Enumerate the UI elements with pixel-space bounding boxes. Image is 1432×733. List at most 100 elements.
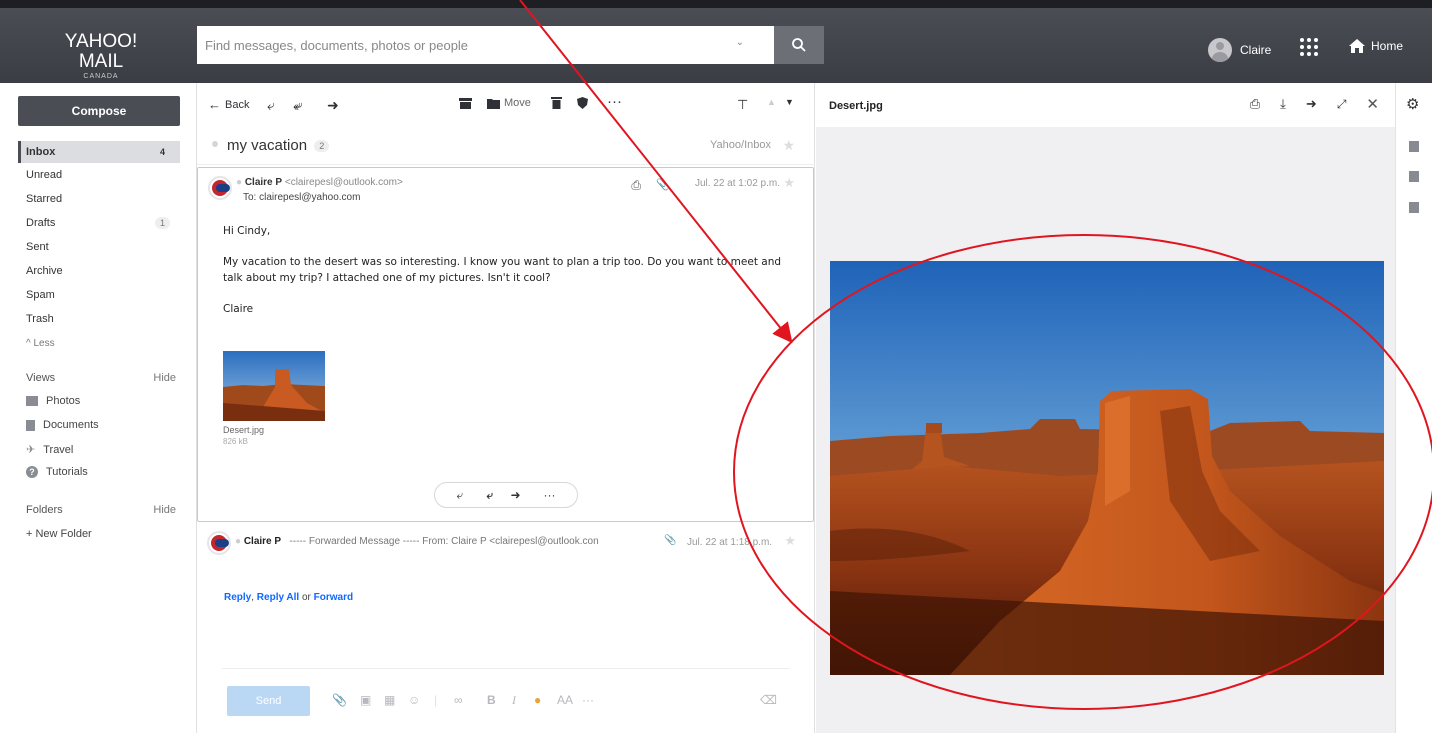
folders-hide-link[interactable]: Hide bbox=[153, 504, 176, 516]
spam-shield-icon[interactable] bbox=[577, 97, 588, 109]
attach-icon[interactable]: 📎 bbox=[332, 693, 347, 707]
sidebar-item-archive[interactable]: Archive bbox=[18, 260, 180, 282]
star-icon[interactable]: ★ bbox=[784, 533, 796, 549]
view-label: Travel bbox=[43, 443, 74, 456]
folder-label: Yahoo/Inbox bbox=[710, 139, 771, 151]
view-item-travel[interactable]: ✈ Travel bbox=[26, 443, 74, 457]
message-count-badge: 2 bbox=[314, 140, 330, 153]
print-icon[interactable]: ⎙ bbox=[1250, 96, 1260, 112]
forward-icon[interactable]: ➜ bbox=[1306, 96, 1317, 112]
archive-icon[interactable] bbox=[459, 98, 472, 109]
apps-grid-icon[interactable] bbox=[1300, 38, 1318, 56]
print-icon[interactable]: ⎙ bbox=[631, 178, 641, 193]
unread-dot bbox=[212, 141, 218, 147]
reply-link[interactable]: Reply bbox=[224, 592, 251, 603]
calendar-icon[interactable] bbox=[1409, 171, 1419, 182]
contacts-icon[interactable] bbox=[1409, 141, 1419, 152]
sidebar-item-trash[interactable]: Trash bbox=[18, 308, 180, 330]
reply-icon[interactable]: ⤶ bbox=[267, 97, 275, 114]
more-actions-button[interactable]: ··· bbox=[607, 93, 622, 110]
sidebar-item-label: Unread bbox=[26, 169, 63, 181]
settings-gear-icon[interactable]: ⚙ bbox=[1406, 95, 1419, 113]
view-item-photos[interactable]: Photos bbox=[26, 395, 80, 407]
reply-all-icon[interactable]: ⤶⤶ bbox=[486, 488, 496, 503]
delete-icon[interactable] bbox=[551, 97, 562, 109]
folders-section-header: Folders Hide bbox=[26, 504, 176, 516]
reply-all-icon[interactable]: ⤶⤶ bbox=[293, 97, 302, 114]
compose-button[interactable]: Compose bbox=[18, 96, 180, 126]
home-button[interactable]: Home bbox=[1348, 38, 1403, 54]
next-message-icon[interactable]: ▼ bbox=[785, 97, 794, 107]
move-button[interactable]: Move bbox=[487, 97, 531, 109]
viewer-actions: ⎙ ⤓ ➜ ⤢ ✕ bbox=[1250, 95, 1379, 113]
conversation-subject: my vacation 2 bbox=[227, 137, 330, 154]
less-toggle[interactable]: ^ Less bbox=[18, 332, 180, 354]
expand-collapse-icon[interactable]: ⊤ bbox=[737, 97, 748, 113]
italic-icon[interactable]: I bbox=[512, 693, 516, 708]
emoji-icon[interactable]: ☺ bbox=[408, 693, 420, 707]
close-icon[interactable]: ✕ bbox=[1366, 95, 1379, 113]
paperclip-icon: 📎 bbox=[664, 535, 677, 546]
attachment-viewer: Desert.jpg ⎙ ⤓ ➜ ⤢ ✕ bbox=[816, 83, 1395, 733]
desert-photo bbox=[830, 261, 1384, 675]
forward-icon[interactable]: ➜ bbox=[511, 488, 521, 502]
viewer-title: Desert.jpg bbox=[829, 100, 883, 112]
sidebar-item-sent[interactable]: Sent bbox=[18, 236, 180, 258]
search-input[interactable] bbox=[197, 26, 717, 64]
color-palette-icon[interactable]: ● bbox=[534, 693, 541, 707]
home-label: Home bbox=[1371, 39, 1404, 53]
user-menu[interactable]: Claire bbox=[1208, 38, 1271, 62]
reply-icon[interactable]: ⤶ bbox=[456, 488, 463, 503]
star-icon[interactable]: ★ bbox=[782, 137, 795, 154]
yahoo-mail-logo[interactable]: YAHOO! MAIL CANADA bbox=[42, 32, 160, 81]
sidebar-item-starred[interactable]: Starred bbox=[18, 188, 180, 210]
link-icon[interactable]: ∞ bbox=[454, 693, 463, 707]
fullscreen-icon[interactable]: ⤢ bbox=[1337, 97, 1347, 112]
chevron-down-icon[interactable]: ⌄ bbox=[736, 37, 744, 48]
forward-icon[interactable]: ➜ bbox=[327, 97, 339, 114]
message-body: Hi Cindy, My vacation to the desert was … bbox=[223, 223, 783, 332]
unread-count-badge: 4 bbox=[159, 147, 165, 157]
font-size-icon[interactable]: AA bbox=[557, 693, 573, 707]
views-hide-link[interactable]: Hide bbox=[153, 372, 176, 384]
documents-icon bbox=[26, 419, 35, 431]
sidebar-item-spam[interactable]: Spam bbox=[18, 284, 180, 306]
message-from[interactable]: ● Claire P <clairepesl@outlook.com> bbox=[236, 177, 403, 188]
more-icon[interactable]: ··· bbox=[544, 488, 556, 502]
search-button[interactable] bbox=[774, 26, 824, 64]
view-item-documents[interactable]: Documents bbox=[26, 419, 99, 431]
view-item-tutorials[interactable]: ? Tutorials bbox=[26, 466, 88, 478]
right-rail: ⚙ bbox=[1395, 83, 1432, 733]
bold-icon[interactable]: B bbox=[487, 693, 496, 707]
message-toolbar: ← Back ⤶ ⤶⤶ ➜ Move ··· ⊤ ▲ ▼ bbox=[197, 83, 815, 125]
previous-message-icon[interactable]: ▲ bbox=[767, 97, 776, 107]
sidebar-item-drafts[interactable]: Drafts 1 bbox=[18, 212, 180, 234]
notepad-icon[interactable] bbox=[1409, 202, 1419, 213]
view-label: Photos bbox=[46, 395, 81, 407]
back-button[interactable]: ← Back bbox=[208, 97, 249, 112]
folder-move-icon bbox=[487, 98, 500, 109]
sidebar-item-label: Drafts bbox=[26, 217, 56, 229]
attachment-thumbnail[interactable] bbox=[223, 351, 325, 421]
discard-draft-icon[interactable]: ⌫ bbox=[760, 693, 777, 707]
send-button[interactable]: Send bbox=[227, 686, 310, 716]
views-label: Views bbox=[26, 372, 56, 384]
reply-all-link[interactable]: Reply All bbox=[257, 592, 299, 603]
gif-icon[interactable]: ▣ bbox=[360, 693, 371, 707]
attachment-size: 826 kB bbox=[223, 437, 248, 446]
sidebar-item-unread[interactable]: Unread bbox=[18, 164, 180, 186]
sidebar-item-inbox[interactable]: Inbox 4 bbox=[18, 141, 180, 163]
folders-label: Folders bbox=[26, 504, 63, 516]
attachment-filename[interactable]: Desert.jpg bbox=[223, 425, 264, 435]
more-formatting-icon[interactable]: ··· bbox=[582, 693, 594, 707]
new-folder-link[interactable]: + New Folder bbox=[26, 528, 92, 540]
home-icon bbox=[1349, 39, 1365, 53]
download-icon[interactable]: ⤓ bbox=[1280, 96, 1286, 112]
quick-reply-bar: ⤶ ⤶⤶ ➜ ··· bbox=[434, 482, 578, 508]
message-recipient: To: clairepesl@yahoo.com bbox=[243, 192, 361, 203]
star-icon[interactable]: ★ bbox=[783, 175, 795, 191]
sticker-icon[interactable]: ▦ bbox=[384, 693, 395, 707]
forward-link[interactable]: Forward bbox=[314, 592, 353, 603]
collapsed-message[interactable]: ● Claire P ----- Forwarded Message -----… bbox=[197, 523, 814, 563]
view-label: Documents bbox=[43, 419, 99, 431]
